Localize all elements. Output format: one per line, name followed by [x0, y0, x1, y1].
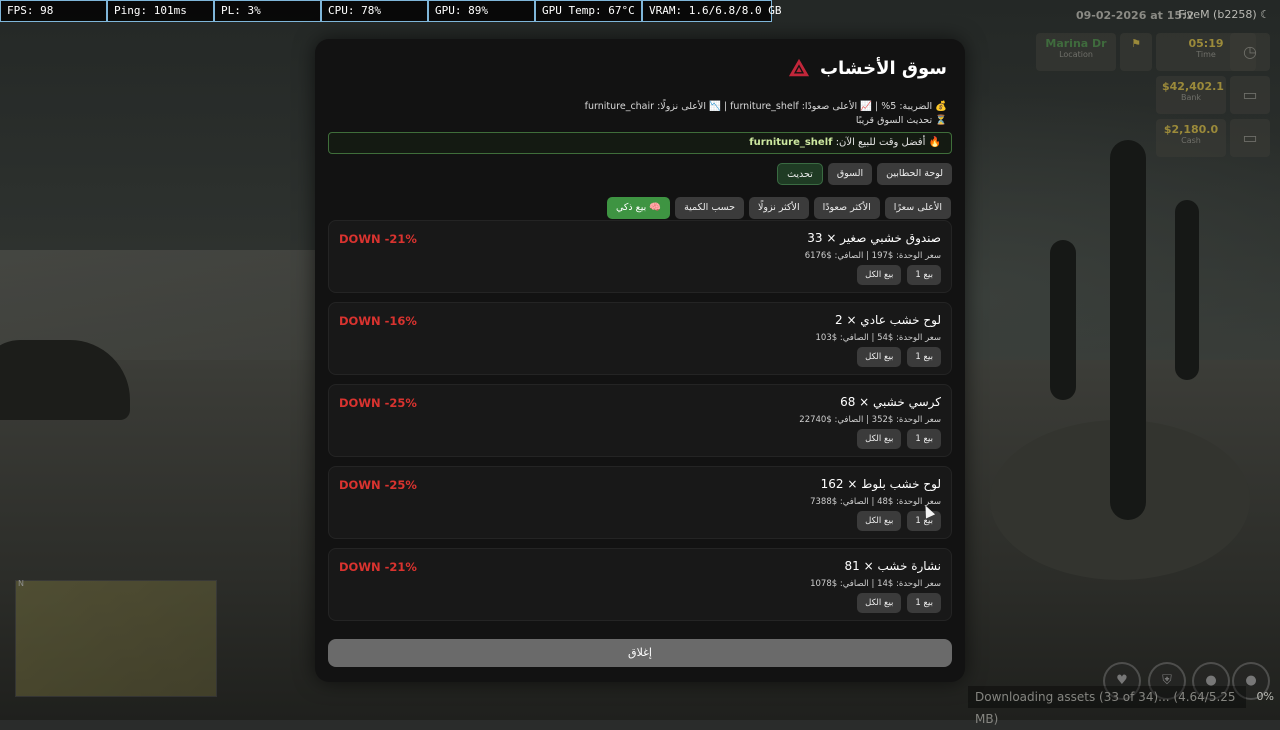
market-nav: لوحة الحطابين السوق تحديث: [777, 163, 952, 185]
item-price: سعر الوحدة: $14 | الصافي: $1078: [810, 579, 941, 589]
item-price: سعر الوحدة: $352 | الصافي: $22740: [799, 415, 941, 425]
zone-badge-icon: ⚑: [1131, 37, 1141, 50]
bank-widget: $42,402.1 Bank: [1156, 76, 1226, 114]
bank-card-icon: ▭: [1230, 76, 1270, 114]
zone-badge: ⚑: [1120, 33, 1152, 71]
sell-one-button[interactable]: بيع 1: [907, 593, 941, 613]
best-sell-banner: 🔥 أفضل وقت للبيع الآن: furniture_shelf: [328, 132, 952, 154]
sell-one-button[interactable]: بيع 1: [907, 347, 941, 367]
item-price: سعر الوحدة: $48 | الصافي: $7388: [810, 497, 941, 507]
best-sell-prefix: 🔥 أفضل وقت للبيع الآن:: [835, 137, 941, 148]
item-price: سعر الوحدة: $54 | الصافي: $103: [815, 333, 941, 343]
download-percent: 0%: [1256, 690, 1274, 703]
market-button[interactable]: السوق: [827, 163, 873, 185]
fivem-build-label: FiveM (b2258): [1178, 8, 1257, 21]
sell-all-button[interactable]: بيع الكل: [857, 429, 902, 449]
item-name: لوح خشب بلوط × 162: [820, 477, 941, 491]
cash-label: Cash: [1181, 136, 1201, 145]
lumberjacks-board-button[interactable]: لوحة الحطابين: [877, 163, 952, 185]
location-label: Location: [1059, 50, 1093, 59]
item-name: كرسي خشبي × 68: [840, 395, 941, 409]
sort-highest-price-button[interactable]: الأعلى سعرًا: [884, 197, 951, 219]
performance-bar: FPS: 98 Ping: 101ms PL: 3% CPU: 78% GPU:…: [0, 0, 781, 22]
packet-loss-readout: PL: 3%: [214, 0, 321, 22]
market-item-card: كرسي خشبي × 68 سعر الوحدة: $352 | الصافي…: [328, 384, 952, 457]
item-actions: بيع 1 بيع الكل: [857, 593, 941, 613]
smart-sell-button[interactable]: 🧠 بيع ذكي: [606, 197, 671, 219]
download-status: Downloading assets (33 of 34)... (4.64/5…: [968, 686, 1274, 726]
panel-header: سوق الأخشاب: [788, 57, 947, 79]
close-button[interactable]: إغلاق: [328, 639, 952, 667]
sell-one-button[interactable]: بيع 1: [907, 429, 941, 449]
item-name: صندوق خشبي صغير × 33: [807, 231, 941, 245]
item-price: سعر الوحدة: $197 | الصافي: $6176: [804, 251, 941, 261]
location-value: Marina Dr: [1045, 37, 1107, 50]
cash-widget: $2,180.0 Cash: [1156, 119, 1226, 157]
map-north-label: N: [18, 579, 24, 588]
clock-icon: ◷: [1230, 33, 1270, 71]
item-name: لوح خشب عادي × 2: [834, 313, 941, 327]
market-item-card: لوح خشب عادي × 2 سعر الوحدة: $54 | الصاف…: [328, 302, 952, 375]
datetime-text: 09-02-2026 at 15:2: [1076, 9, 1195, 22]
sort-filters: الأعلى سعرًا الأكثر صعودًا الأكثر نزولًا…: [606, 197, 951, 219]
best-sell-item: furniture_shelf: [749, 137, 833, 148]
moon-icon: ☾: [1260, 8, 1270, 21]
sort-by-quantity-button[interactable]: حسب الكمية: [675, 197, 745, 219]
gpu-readout: GPU: 89%: [428, 0, 535, 22]
cash-icon: ▭: [1230, 119, 1270, 157]
price-trend: DOWN -25%: [339, 478, 417, 492]
price-trend: DOWN -21%: [339, 560, 417, 574]
cash-value: $2,180.0: [1163, 123, 1219, 136]
sell-all-button[interactable]: بيع الكل: [857, 265, 902, 285]
price-trend: DOWN -25%: [339, 396, 417, 410]
sell-one-button[interactable]: بيع 1: [907, 265, 941, 285]
market-item-card: نشارة خشب × 81 سعر الوحدة: $14 | الصافي:…: [328, 548, 952, 621]
ping-readout: Ping: 101ms: [107, 0, 214, 22]
cactus: [1110, 140, 1146, 520]
gpu-temp-readout: GPU Temp: 67°C: [535, 0, 642, 22]
bank-label: Bank: [1180, 93, 1202, 102]
sell-all-button[interactable]: بيع الكل: [857, 593, 902, 613]
panel-title: سوق الأخشاب: [819, 57, 947, 79]
lumber-market-panel: سوق الأخشاب 💰 الضريبة: 5% | 📈 الأعلى صعو…: [315, 39, 965, 682]
minimap: N: [15, 579, 217, 697]
item-actions: بيع 1 بيع الكل: [857, 429, 941, 449]
sell-all-button[interactable]: بيع الكل: [857, 511, 902, 531]
bank-value: $42,402.1: [1162, 80, 1224, 93]
price-trend: DOWN -21%: [339, 232, 417, 246]
location-widget: Marina Dr Location: [1036, 33, 1116, 71]
warning-triangle-icon: [788, 58, 810, 77]
vram-readout: VRAM: 1.6/6.8/8.0 GB: [642, 0, 781, 22]
item-actions: بيع 1 بيع الكل: [857, 347, 941, 367]
sort-most-falling-button[interactable]: الأكثر نزولًا: [749, 197, 809, 219]
cactus-arm: [1050, 240, 1076, 400]
sort-most-rising-button[interactable]: الأكثر صعودًا: [813, 197, 880, 219]
item-actions: بيع 1 بيع الكل: [857, 265, 941, 285]
market-item-card: لوح خشب بلوط × 162 سعر الوحدة: $48 | الص…: [328, 466, 952, 539]
cactus-arm: [1175, 200, 1199, 380]
price-trend: DOWN -16%: [339, 314, 417, 328]
market-stats-line: 💰 الضريبة: 5% | 📈 الأعلى صعودًا: furnitu…: [584, 101, 947, 112]
fivem-build: FiveM (b2258) ☾: [1178, 8, 1270, 21]
market-item-card: صندوق خشبي صغير × 33 سعر الوحدة: $197 | …: [328, 220, 952, 293]
fps-readout: FPS: 98: [0, 0, 107, 22]
item-name: نشارة خشب × 81: [844, 559, 941, 573]
sell-all-button[interactable]: بيع الكل: [857, 347, 902, 367]
cpu-readout: CPU: 78%: [321, 0, 428, 22]
market-refresh-note: ⏳ تحديث السوق قريبًا: [855, 115, 947, 126]
refresh-button[interactable]: تحديث: [777, 163, 823, 185]
